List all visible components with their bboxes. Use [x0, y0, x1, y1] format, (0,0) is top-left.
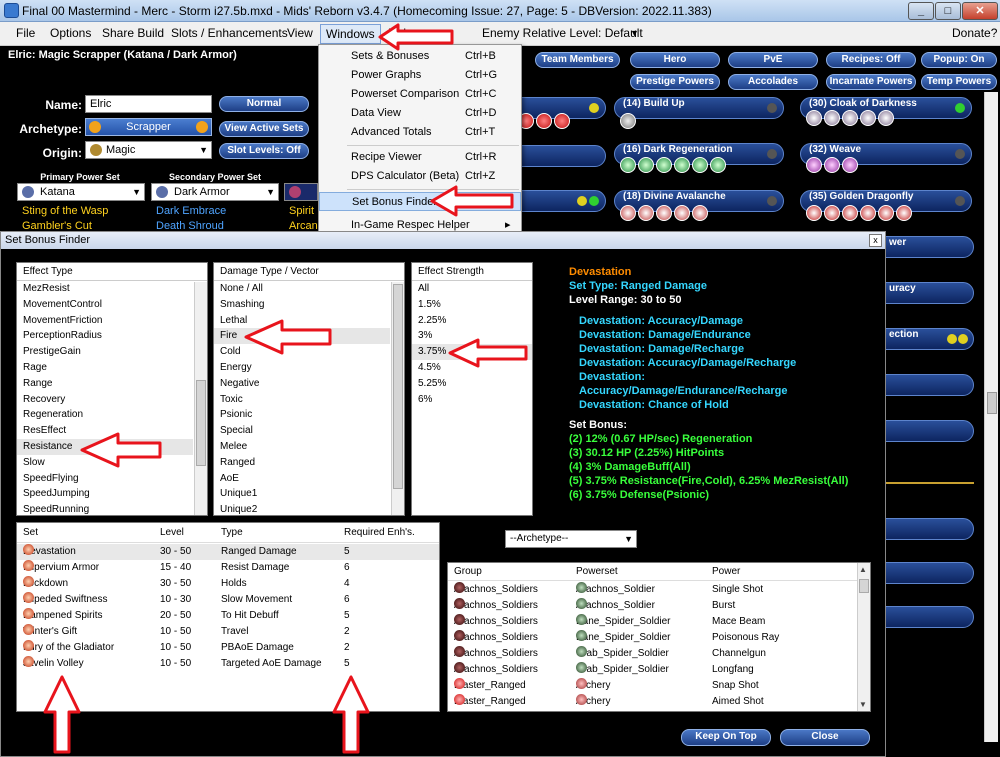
arrow-strength — [448, 338, 528, 368]
arrow-fire — [244, 319, 332, 355]
arrow-up-set-column — [43, 675, 81, 754]
annotation-arrows — [43, 23, 528, 754]
arrow-up-required-column — [332, 675, 370, 754]
arrow-resistance — [80, 432, 162, 468]
arrow-set-bonus-finder — [430, 185, 514, 217]
arrow-windows-menu — [378, 23, 454, 51]
